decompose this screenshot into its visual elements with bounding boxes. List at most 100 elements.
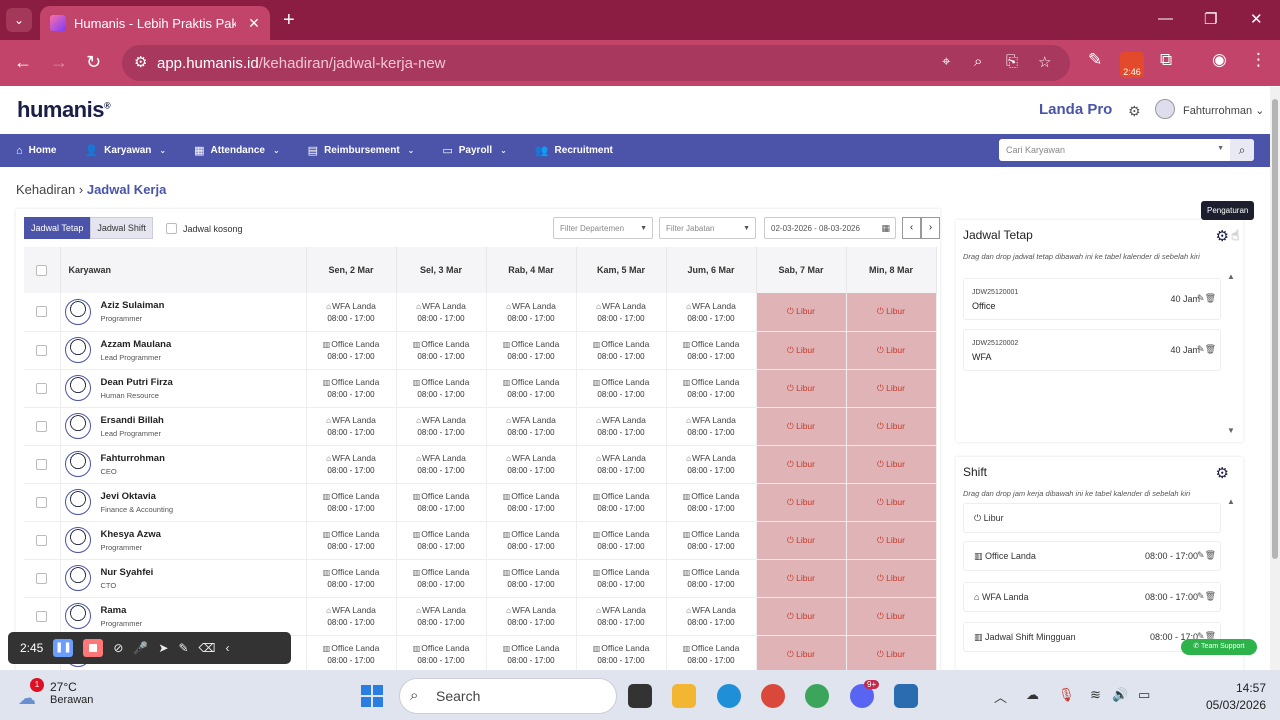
schedule-cell[interactable]: ⌂WFA Landa 08:00 - 17:00 [576,293,667,332]
schedule-cell[interactable]: ⌂WFA Landa 08:00 - 17:00 [396,597,487,636]
schedule-cell-off[interactable]: ⏻ Libur [756,445,847,484]
schedule-cell-off[interactable]: ⏻ Libur [756,559,847,598]
edge-icon[interactable] [717,684,741,708]
schedule-cell[interactable]: ▥Office Landa 08:00 - 17:00 [396,635,487,670]
schedule-cell[interactable]: ⌂WFA Landa 08:00 - 17:00 [666,293,757,332]
schedule-cell[interactable]: ▥Office Landa 08:00 - 17:00 [306,369,397,408]
schedule-cell-off[interactable]: ⏻ Libur [846,293,937,332]
onedrive-icon[interactable]: ☁ [1026,687,1039,703]
row-checkbox[interactable] [36,496,48,508]
install-app-icon[interactable]: ⎘ [1006,53,1018,70]
edit-delete-icons[interactable]: ✎🗑 [1197,550,1216,561]
calendar-icon[interactable]: ▦ [881,223,890,234]
date-range-input[interactable]: 02-03-2026 - 08-03-2026 ▦ [764,217,896,239]
employee-name[interactable]: Azzam Maulana [101,339,172,350]
schedule-cell[interactable]: ▥Office Landa 08:00 - 17:00 [486,369,577,408]
schedule-cell[interactable]: ⌂WFA Landa 08:00 - 17:00 [396,445,487,484]
schedule-cell-off[interactable]: ⏻ Libur [756,293,847,332]
extensions-puzzle-icon[interactable]: ⧉ [1160,50,1172,70]
schedule-cell[interactable]: ▥Office Landa 08:00 - 17:00 [486,635,577,670]
schedule-cell[interactable]: ▥Office Landa 08:00 - 17:00 [666,521,757,560]
tab-jadwal-tetap[interactable]: Jadwal Tetap [24,217,91,239]
settings-gear-icon[interactable]: ⚙ [1128,103,1141,120]
row-checkbox[interactable] [36,534,48,546]
breadcrumb-parent[interactable]: Kehadiran [16,182,75,197]
row-checkbox[interactable] [36,610,48,622]
empty-schedule-checkbox[interactable] [166,223,177,234]
schedule-cell[interactable]: ⌂WFA Landa 08:00 - 17:00 [576,597,667,636]
zoom-icon[interactable]: ⌕ [974,53,982,70]
schedule-cell[interactable]: ⌂WFA Landa 08:00 - 17:00 [486,597,577,636]
volume-icon[interactable]: 🔊 [1112,687,1128,703]
schedule-cell[interactable]: ▥Office Landa 08:00 - 17:00 [666,369,757,408]
collapse-chevron-icon[interactable]: ‹ [225,641,229,655]
row-checkbox[interactable] [36,572,48,584]
camera-off-icon[interactable]: ⊘ [113,641,123,655]
schedule-cell[interactable]: ▥Office Landa 08:00 - 17:00 [306,483,397,522]
schedule-cell-off[interactable]: ⏻ Libur [756,597,847,636]
schedule-cell[interactable]: ▥Office Landa 08:00 - 17:00 [396,369,487,408]
menu-recruitment[interactable]: 👥 Recruitment [535,144,613,157]
task-view-icon[interactable] [628,684,652,708]
schedule-cell[interactable]: ⌂WFA Landa 08:00 - 17:00 [306,597,397,636]
row-checkbox[interactable] [36,458,48,470]
system-clock[interactable]: 14:57 05/03/2026 [1196,680,1266,714]
profile-avatar-icon[interactable]: ◉ [1212,50,1227,70]
schedule-cell[interactable]: ▥Office Landa 08:00 - 17:00 [486,483,577,522]
scroll-down-icon[interactable]: ▼ [1227,426,1235,435]
row-checkbox[interactable] [36,420,48,432]
browser-menu-icon[interactable]: ⋮ [1250,50,1267,70]
humanis-logo[interactable]: humanis® [17,97,111,123]
empty-schedule-filter[interactable]: Jadwal kosong [166,223,243,234]
edit-delete-icons[interactable]: ✎🗑 [1197,591,1216,602]
location-icon[interactable]: ⌖ [942,53,950,70]
select-all-checkbox[interactable] [36,264,48,276]
shift-item[interactable]: ⏻ Libur [963,503,1221,533]
tab-jadwal-shift[interactable]: Jadwal Shift [90,217,153,239]
schedule-cell[interactable]: ▥Office Landa 08:00 - 17:00 [666,331,757,370]
recorder-extension-badge[interactable]: 2:46 [1120,52,1144,78]
schedule-cell[interactable]: ⌂WFA Landa 08:00 - 17:00 [666,407,757,446]
user-avatar[interactable] [1155,99,1175,119]
edit-delete-icons[interactable]: ✎🗑 [1197,344,1216,355]
schedule-cell-off[interactable]: ⏻ Libur [846,445,937,484]
edit-delete-icons[interactable]: ✎🗑 [1197,293,1216,304]
menu-home[interactable]: ⌂ Home [16,145,56,157]
restore-button[interactable]: ❐ [1204,10,1217,28]
schedule-cell[interactable]: ▥Office Landa 08:00 - 17:00 [576,483,667,522]
menu-reimbursement[interactable]: ▤ Reimbursement ⌄ [308,144,415,157]
employee-name[interactable]: Ersandi Billah [101,415,164,426]
pause-icon[interactable]: ❚❚ [53,639,74,657]
schedule-cell-off[interactable]: ⏻ Libur [846,635,937,670]
schedule-cell[interactable]: ▥Office Landa 08:00 - 17:00 [486,559,577,598]
employee-name[interactable]: Dean Putri Firza [101,377,173,388]
eraser-icon[interactable]: ⌫ [199,641,216,655]
microphone-icon[interactable]: 🎤 [133,641,148,655]
pointer-icon[interactable]: ➤ [158,641,168,655]
schedule-cell-off[interactable]: ⏻ Libur [846,597,937,636]
schedule-cell-off[interactable]: ⏻ Libur [846,521,937,560]
tab-search-button[interactable]: ⌄ [6,8,32,32]
minimize-button[interactable]: — [1158,10,1173,27]
extension-pen-icon[interactable]: ✎ [1088,50,1102,70]
fixed-panel-settings-gear-icon[interactable]: ⚙ [1216,227,1229,245]
schedule-cell-off[interactable]: ⏻ Libur [846,331,937,370]
chrome-icon[interactable] [805,684,829,708]
schedule-cell-off[interactable]: ⏻ Libur [756,521,847,560]
menu-karyawan[interactable]: 👤 Karyawan ⌄ [84,144,166,157]
scrollbar-thumb[interactable] [1272,99,1278,559]
department-filter[interactable]: Filter Departemen ▼ [553,217,653,239]
chrome-profile-icon[interactable] [761,684,785,708]
schedule-cell[interactable]: ▥Office Landa 08:00 - 17:00 [306,635,397,670]
shift-panel-settings-gear-icon[interactable]: ⚙ [1216,464,1229,482]
back-arrow-icon[interactable]: ← [14,52,32,73]
user-menu[interactable]: Fahturrohman ⌄ [1183,104,1264,117]
new-tab-button[interactable]: + [283,9,295,32]
schedule-cell[interactable]: ▥Office Landa 08:00 - 17:00 [396,331,487,370]
schedule-cell[interactable]: ⌂WFA Landa 08:00 - 17:00 [396,407,487,446]
schedule-cell[interactable]: ▥Office Landa 08:00 - 17:00 [666,635,757,670]
employee-name[interactable]: Fahturrohman [101,453,165,464]
wifi-icon[interactable]: ≋ [1090,687,1101,703]
employee-name[interactable]: Nur Syahfei [101,567,154,578]
schedule-cell[interactable]: ▥Office Landa 08:00 - 17:00 [396,483,487,522]
